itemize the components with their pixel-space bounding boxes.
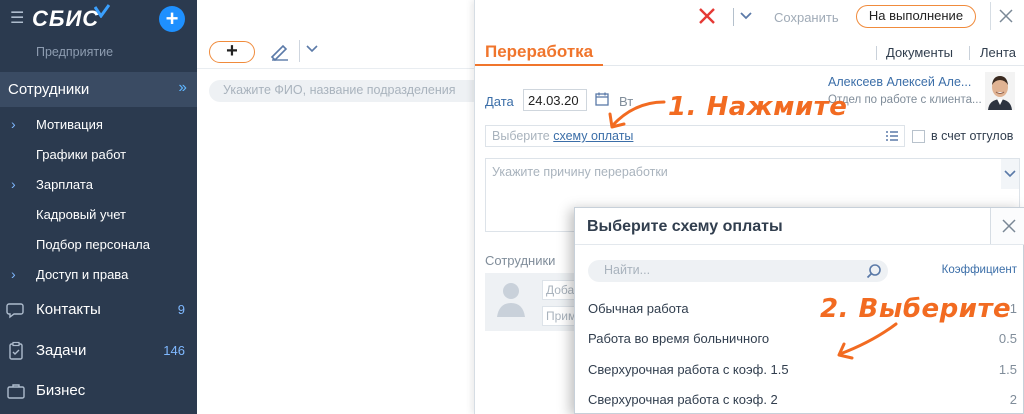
delete-icon[interactable]	[697, 6, 717, 26]
sidebar-item-work-schedules[interactable]: Графики работ	[0, 140, 197, 170]
timeoff-label: в счет отгулов	[931, 129, 1014, 143]
chevron-down-icon[interactable]	[305, 42, 319, 56]
sidebar-item-salary[interactable]: › Зарплата	[0, 170, 197, 200]
scheme-name: Сверхурочная работа с коэф. 2	[588, 392, 778, 407]
chevron-right-icon: ›	[11, 116, 16, 132]
popup-close-button[interactable]	[990, 208, 1024, 244]
counter-badge: 146	[163, 343, 185, 358]
panel-title[interactable]: Переработка	[485, 42, 593, 62]
sidebar-header: ☰ СБИС + Предприятие	[0, 0, 197, 66]
pen-icon[interactable]	[269, 42, 291, 62]
add-button[interactable]: +	[209, 41, 255, 63]
tabs-divider	[603, 65, 1024, 66]
search-icon[interactable]	[866, 263, 882, 279]
briefcase-icon	[7, 384, 25, 399]
toolbar-divider	[299, 40, 300, 62]
status-button[interactable]: На выполнение	[856, 5, 976, 28]
reason-dropdown[interactable]	[1001, 159, 1019, 189]
date-label: Дата	[485, 94, 514, 109]
counter-badge: 9	[177, 302, 185, 317]
chevron-right-icon: ›	[11, 266, 16, 282]
popup-search-input[interactable]: Найти...	[588, 260, 888, 282]
scheme-name: Обычная работа	[588, 301, 689, 316]
toolbar-divider	[733, 8, 734, 26]
panel-close-button[interactable]	[990, 2, 1020, 30]
list-icon[interactable]	[885, 130, 899, 142]
chat-icon	[6, 303, 24, 319]
tab-separator	[969, 46, 970, 60]
create-button[interactable]: +	[159, 6, 185, 32]
sidebar-section-employees[interactable]: Сотрудники ››	[0, 72, 197, 107]
app-logo[interactable]: СБИС	[32, 6, 99, 32]
sidebar-item-label: Графики работ	[36, 147, 127, 162]
save-button[interactable]: Сохранить	[774, 10, 839, 25]
sidebar: ☰ СБИС + Предприятие Сотрудники ›› › Мот…	[0, 0, 197, 414]
annotation-arrow-icon	[608, 100, 666, 129]
sidebar-item-label: Мотивация	[36, 117, 103, 132]
sidebar-item-business[interactable]: Бизнес	[0, 371, 197, 411]
active-tab-underline	[475, 64, 603, 66]
toolbar-divider-line	[197, 68, 474, 69]
list-item[interactable]: Сверхурочная работа с коэф. 2 2	[575, 385, 1024, 414]
sidebar-item-hr-records[interactable]: Кадровый учет	[0, 200, 197, 230]
logo-mark-icon	[94, 4, 110, 18]
close-icon	[1002, 219, 1016, 233]
coefficient-column-header[interactable]: Коэффициент	[942, 264, 1017, 276]
list-item[interactable]: Работа во время больничного 0.5	[575, 324, 1024, 354]
sidebar-item-recruitment[interactable]: Подбор персонала	[0, 230, 197, 260]
avatar[interactable]	[985, 72, 1015, 110]
scheme-coefficient: 2	[1009, 392, 1017, 407]
employees-section-label: Сотрудники	[485, 253, 556, 268]
annotation-step-1: 1. Нажмите	[668, 92, 848, 122]
sidebar-item-label: Зарплата	[36, 177, 93, 192]
chevron-down-icon	[1004, 170, 1016, 178]
sidebar-item-label: Кадровый учет	[36, 207, 126, 222]
scheme-coefficient: 0.5	[998, 331, 1017, 346]
double-chevron-icon[interactable]: ››	[178, 79, 187, 97]
list-item[interactable]: Сверхурочная работа с коэф. 1.5 1.5	[575, 355, 1024, 385]
tab-documents[interactable]: Документы	[886, 45, 953, 60]
sidebar-item-label: Контакты	[36, 301, 101, 318]
chevron-right-icon: ›	[11, 176, 16, 192]
sidebar-item-access-rights[interactable]: › Доступ и права	[0, 260, 197, 290]
organization-name[interactable]: Предприятие	[36, 45, 113, 59]
employee-row: Добав Прим	[485, 273, 585, 331]
popup-title: Выберите схему оплаты	[587, 218, 783, 235]
sidebar-item-contacts[interactable]: Контакты 9	[0, 290, 197, 330]
scheme-coefficient: 1.5	[998, 362, 1017, 377]
employees-list-area: + Укажите ФИО, название подразделения	[197, 0, 489, 414]
sidebar-item-label: Задачи	[36, 342, 87, 359]
sidebar-section-label: Сотрудники	[8, 81, 90, 98]
tab-feed[interactable]: Лента	[980, 45, 1016, 60]
close-icon	[999, 9, 1013, 23]
date-input[interactable]: 24.03.20	[523, 89, 587, 111]
sidebar-item-label: Доступ и права	[36, 267, 129, 282]
tab-separator	[876, 46, 877, 60]
employee-name-link[interactable]: Алексеев Алексей Але...	[828, 75, 971, 89]
chevron-down-icon[interactable]	[738, 8, 754, 24]
popup-search-placeholder: Найти...	[604, 263, 651, 277]
employee-search-input[interactable]: Укажите ФИО, название подразделения	[209, 80, 489, 102]
hamburger-menu-icon[interactable]: ☰	[10, 11, 24, 27]
sidebar-item-label: Бизнес	[36, 382, 86, 399]
employee-department: Отдел по работе с клиента...	[828, 94, 982, 106]
sidebar-item-tasks[interactable]: Задачи 146	[0, 331, 197, 371]
popup-header-divider	[575, 244, 1024, 245]
scheme-name: Работа во время больничного	[588, 331, 770, 346]
person-placeholder-icon	[497, 283, 525, 317]
scheme-name: Сверхурочная работа с коэф. 1.5	[588, 362, 789, 377]
annotation-arrow-icon	[837, 322, 898, 360]
reason-placeholder: Укажите причину переработки	[492, 165, 668, 179]
clipboard-icon	[9, 341, 23, 360]
sidebar-item-label: Подбор персонала	[36, 237, 150, 252]
timeoff-checkbox[interactable]	[912, 130, 925, 143]
payment-scheme-field[interactable]: Выберите схему оплаты	[485, 125, 905, 147]
sidebar-item-motivation[interactable]: › Мотивация	[0, 110, 197, 140]
